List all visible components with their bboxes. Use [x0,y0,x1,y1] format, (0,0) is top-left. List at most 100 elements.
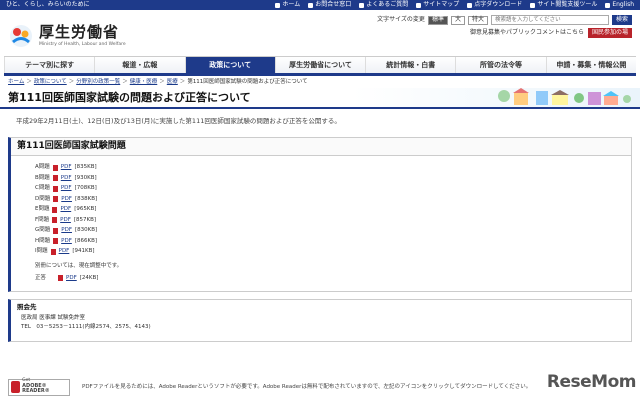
file-size: [838KB] [74,195,98,202]
search-button[interactable]: 検索 [611,15,632,25]
pdf-link[interactable]: PDF [61,164,72,171]
sitemap-icon [416,2,422,8]
list-item: D問題 PDF [838KB] [35,194,631,205]
pdf-icon [58,275,64,282]
answer-label: 正答 [35,274,47,281]
participate-badge[interactable]: 国民参加の場 [587,28,632,38]
nav-press[interactable]: 報道・広報 [94,57,185,73]
header-tools: 文字サイズの変更 標準 大 特大 検索 御意見募集やパブリックコメントはこちら … [377,15,632,56]
breadcrumb-medical[interactable]: 医療 [167,79,178,86]
home-icon [275,2,281,8]
utility-link-english[interactable]: English [605,1,634,9]
list-item: A問題 PDF [835KB] [35,162,631,173]
adobe-reader-icon [11,381,21,393]
pdf-icon [50,248,56,255]
breadcrumb-health[interactable]: 健康・医療 [130,79,158,86]
nav-theme[interactable]: テーマ別に探す [4,57,95,73]
item-label: I問題 [35,248,48,255]
mail-icon [308,2,314,8]
pdf-icon [52,164,58,171]
file-size: [835KB] [74,164,97,171]
answer-link-group: PDF [24KB] [58,275,98,282]
utility-link-sitemap[interactable]: サイトマップ [416,1,459,9]
breadcrumb-policy-list[interactable]: 分野別の政策一覧 [76,79,120,86]
utility-link-home[interactable]: ホーム [275,1,300,9]
pdf-icon [53,196,59,202]
file-size: [965KB] [74,206,97,213]
pdf-icon [53,227,59,234]
item-label: D問題 [35,195,51,202]
page-title: 第111回医師国家試験の問題および正答について [8,90,251,104]
pdf-link[interactable]: PDF [61,238,72,245]
question-icon [359,2,365,8]
pdf-icon [52,217,58,223]
header-links: 御意見募集やパブリックコメントはこちら 国民参加の場 [470,28,632,38]
nav-laws[interactable]: 所管の法令等 [455,57,546,73]
logo-jp: 厚生労働省 [39,23,120,42]
contact-tel: TEL 03－5253－1111(内線2574、2575、4143) [21,323,151,330]
pdf-link[interactable]: PDF [61,227,72,234]
nav-statistics[interactable]: 統計情報・白書 [365,57,456,73]
adobe-reader-button[interactable]: Get ADOBE® READER® [8,378,70,396]
nav-applications[interactable]: 申請・募集・情報公開 [545,57,636,73]
resemom-watermark: ReseMom [546,372,637,392]
public-comment-link[interactable]: 御意見募集やパブリックコメントはこちら [470,29,584,37]
list-item: I問題 PDF [941KB] [35,246,631,257]
site-logo[interactable]: 厚生労働省 Ministry of Health, Labour and Wel… [8,15,126,56]
logo-text: 厚生労働省 Ministry of Health, Labour and Wel… [39,23,126,47]
list-item: E問題 PDF [965KB] [35,204,631,215]
pdf-link[interactable]: PDF [61,185,72,192]
exam-pdf-list: A問題 PDF [835KB] B問題 PDF [930KB] C問題 PDF [708KB… [11,156,631,257]
list-item: C問題 PDF [708KB] [35,183,631,194]
adobe-footer: Get ADOBE® READER® PDFファイルを見るためには、Adobe R… [8,376,632,398]
file-size: [866KB] [74,237,98,244]
utility-link-accessibility[interactable]: サイト閲覧支援ツール [530,1,597,9]
file-size: [24KB] [79,274,99,281]
search-input[interactable] [490,15,609,25]
file-size: [708KB] [74,185,97,192]
utility-link-faq[interactable]: よくあるご質問 [359,1,408,9]
list-item: F問題 PDF [857KB] [35,215,631,226]
item-label: C問題 [35,185,50,192]
list-item: B問題 PDF [930KB] [35,173,631,184]
intro-text: 平成29年2月11日(土)、12日(日)及び13日(月)に実施した第111回医師… [16,117,341,125]
nav-policy[interactable]: 政策について [184,57,275,73]
item-label: A問題 [35,164,50,171]
pdf-link[interactable]: PDF [60,206,71,213]
breadcrumb-separator: ＞ [68,78,75,85]
item-label: B問題 [35,174,50,181]
pdf-icon [53,238,59,244]
pdf-link[interactable]: PDF [59,248,70,255]
pdf-link[interactable]: PDF [60,217,71,224]
exam-heading: 第111回医師国家試験問題 [11,138,631,157]
list-item: G問題 PDF [830KB] [35,225,631,236]
font-size-standard[interactable]: 標準 [427,15,448,25]
contact-heading: 照会先 [17,303,37,311]
globe-icon [605,2,611,8]
townscape-illustration-icon [498,88,631,105]
item-label: E問題 [35,206,50,213]
download-icon [467,2,473,8]
top-utility-bar: ひと、くらし、みらいのために ホーム お問合せ窓口 よくあるご質問 サイトマップ… [0,0,640,10]
file-size: [930KB] [74,174,97,181]
nav-about[interactable]: 厚生労働省について [274,57,366,73]
utility-link-braille[interactable]: 点字ダウンロード [467,1,522,9]
pdf-icon [52,175,58,181]
contact-section: 照会先 医政局 医事課 試験免許室 TEL 03－5253－1111(内線257… [8,299,632,342]
font-size-large[interactable]: 大 [450,15,465,25]
pdf-link[interactable]: PDF [61,196,72,203]
file-size: [941KB] [72,248,95,255]
breadcrumb-policy[interactable]: 政策について [34,79,67,86]
answer-pdf-link[interactable]: PDF [66,275,77,282]
adobe-note: PDFファイルを見るためには、Adobe Readerというソフトが必要です。A… [82,383,532,390]
list-item: H問題 PDF [866KB] [35,236,631,247]
site-header: 厚生労働省 Ministry of Health, Labour and Wel… [0,10,640,56]
utility-link-contact[interactable]: お問合せ窓口 [308,1,351,9]
item-label: H問題 [35,237,51,244]
breadcrumb-home[interactable]: ホーム [8,79,24,86]
pdf-link[interactable]: PDF [61,175,72,182]
tagline: ひと、くらし、みらいのために [6,1,90,9]
utility-links: ホーム お問合せ窓口 よくあるご質問 サイトマップ 点字ダウンロード サイト閲覧… [275,1,634,9]
font-size-xlarge[interactable]: 特大 [467,15,488,25]
supplement-note: 別冊については、現在調整中です。 [35,262,123,269]
